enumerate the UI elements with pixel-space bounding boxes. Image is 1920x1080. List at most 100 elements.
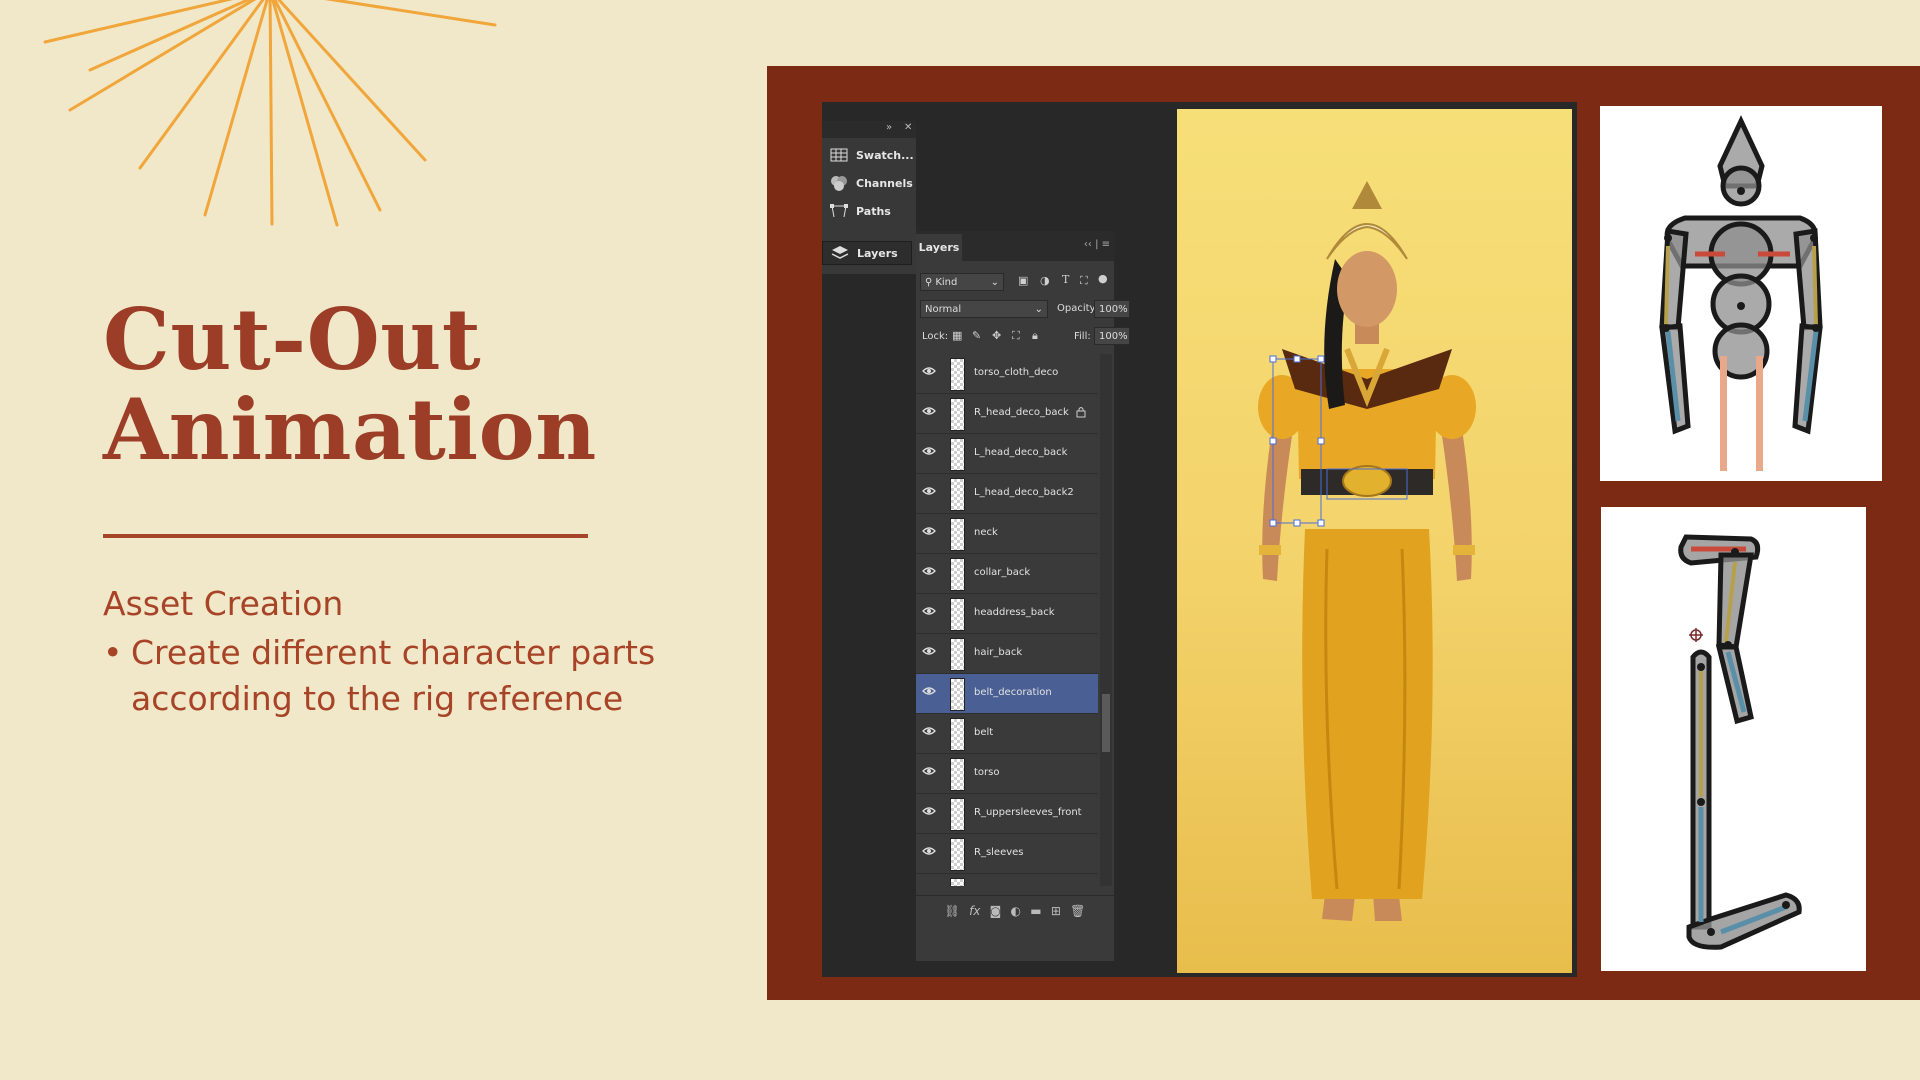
bullet-text: Create different character parts accordi… [131, 633, 656, 718]
search-icon: ⚲ [925, 276, 933, 288]
filter-toggle-icon[interactable]: ● [1098, 272, 1108, 285]
lock-artboard-icon[interactable]: ⛶ [1012, 329, 1020, 343]
layer-name: torso_cloth_deco [974, 367, 1059, 378]
visibility-eye-icon[interactable] [922, 526, 936, 536]
layer-name: belt [974, 727, 994, 738]
filter-pixel-icon[interactable]: ▣ [1018, 274, 1028, 287]
slide-title: Cut-Out Animation [103, 295, 597, 475]
opacity-field[interactable]: 100% [1094, 300, 1130, 318]
dock-item-swatches[interactable]: Swatch... [830, 143, 914, 167]
layer-name: R_head_deco_back [974, 407, 1069, 418]
lock-paint-icon[interactable]: ✎ [972, 329, 981, 342]
fill-value: 100% [1099, 330, 1128, 342]
mask-icon[interactable]: ◙ [990, 904, 1002, 918]
layer-thumbnail [950, 758, 965, 791]
layer-row[interactable]: torso [916, 754, 1098, 794]
layer-row[interactable]: R_uppersleeves_front [916, 794, 1098, 834]
layer-name: R_uppersleeves_front [974, 807, 1082, 818]
swatches-icon [830, 148, 848, 162]
visibility-eye-icon[interactable] [922, 726, 936, 736]
layer-name: R_sleeves [974, 847, 1024, 858]
layers-list: torso_cloth_deco R_head_deco_back L_head_d… [916, 354, 1098, 886]
document-canvas[interactable] [1177, 109, 1572, 973]
layer-row[interactable]: R_sleeves [916, 834, 1098, 874]
trash-icon[interactable]: 🗑︎ [1070, 904, 1085, 918]
visibility-eye-icon[interactable] [922, 806, 936, 816]
layer-row[interactable]: L_head_deco_back [916, 434, 1098, 474]
visibility-eye-icon[interactable] [922, 646, 936, 656]
visibility-eye-icon[interactable] [922, 686, 936, 696]
section-subtitle: Asset Creation [103, 584, 344, 623]
layer-thumbnail [950, 838, 965, 871]
filter-type-icon[interactable]: T [1062, 273, 1069, 286]
layer-thumbnail [950, 798, 965, 831]
rig-reference-body [1600, 106, 1882, 481]
layer-thumbnail [950, 398, 965, 431]
tab-layers[interactable]: Layers [916, 234, 962, 261]
filter-kind-select[interactable]: ⚲ Kind ⌄ [920, 273, 1004, 291]
layer-name: L_head_deco_back [974, 447, 1068, 458]
layer-name: hair_back [974, 647, 1023, 658]
layers-panel-header: Layers ‹‹ | ≡ [916, 231, 1114, 261]
fill-field[interactable]: 100% [1094, 327, 1130, 345]
visibility-eye-icon[interactable] [922, 846, 936, 856]
layer-row[interactable]: neck [916, 514, 1098, 554]
visibility-eye-icon[interactable] [922, 446, 936, 456]
rig-body-diagram [1659, 115, 1823, 471]
layers-icon [831, 246, 849, 259]
lock-transparent-icon[interactable]: ▦ [952, 329, 962, 342]
chevron-down-icon: ⌄ [1034, 303, 1043, 315]
title-line-1: Cut-Out [103, 290, 482, 389]
layer-row[interactable]: L_head_deco_back2 [916, 474, 1098, 514]
scrollbar-thumb[interactable] [1102, 694, 1110, 752]
layer-name: neck [974, 527, 998, 538]
filter-shape-icon[interactable]: ⛶ [1080, 274, 1088, 288]
layers-scrollbar[interactable] [1100, 354, 1112, 886]
layer-thumbnail [950, 358, 965, 391]
layer-row[interactable]: torso_cloth_deco [916, 354, 1098, 394]
layer-row[interactable]: R_head_deco_back [916, 394, 1098, 434]
link-icon[interactable]: ⛓ [945, 904, 960, 918]
layer-row[interactable]: belt_decoration [916, 674, 1098, 714]
dock-item-layers[interactable]: Layers [822, 241, 912, 265]
layers-panel: Layers ‹‹ | ≡ ⚲ Kind ⌄ ▣ ◑ T ⛶ ● Normal ⌄ O… [916, 231, 1130, 961]
title-divider [103, 534, 588, 538]
layer-row[interactable]: headdress_back [916, 594, 1098, 634]
visibility-eye-icon[interactable] [922, 566, 936, 576]
lock-move-icon[interactable]: ✥ [992, 329, 1001, 342]
layer-row[interactable]: belt [916, 714, 1098, 754]
layer-name: collar_back [974, 567, 1031, 578]
visibility-eye-icon[interactable] [922, 406, 936, 416]
collapse-arrows-icon[interactable]: » [886, 122, 892, 133]
lock-icon[interactable] [1076, 406, 1086, 418]
visibility-eye-icon[interactable] [922, 366, 936, 376]
opacity-value: 100% [1099, 303, 1128, 315]
close-icon[interactable]: ✕ [904, 122, 912, 133]
layer-thumbnail [950, 478, 965, 511]
character-illustration [1258, 181, 1476, 921]
visibility-eye-icon[interactable] [922, 766, 936, 776]
fx-icon[interactable]: fx [969, 904, 980, 918]
lock-all-icon[interactable]: 🔒︎ [1032, 329, 1038, 343]
layer-thumbnail [950, 438, 965, 471]
new-layer-icon[interactable]: ⊞ [1051, 904, 1061, 918]
bullet-item: • Create different character parts accor… [103, 630, 703, 722]
layer-row[interactable] [916, 874, 1098, 886]
dock-item-paths[interactable]: Paths [830, 199, 891, 223]
adjustment-icon[interactable]: ◐ [1011, 904, 1021, 918]
visibility-eye-icon[interactable] [922, 606, 936, 616]
layer-row[interactable]: collar_back [916, 554, 1098, 594]
blend-mode-select[interactable]: Normal ⌄ [920, 300, 1048, 318]
layer-thumbnail [950, 718, 965, 751]
filter-adjustment-icon[interactable]: ◑ [1040, 274, 1050, 287]
blend-mode-label: Normal [925, 303, 962, 315]
visibility-eye-icon[interactable] [922, 486, 936, 496]
panel-menu-icon[interactable]: ‹‹ | ≡ [1084, 239, 1110, 250]
layer-name: L_head_deco_back2 [974, 487, 1074, 498]
dock-item-channels[interactable]: Channels [830, 171, 913, 195]
dock-label-channels: Channels [856, 176, 913, 190]
panel-dock: » ✕ Swatch... Channels Paths Layers [822, 121, 916, 274]
layer-thumbnail [950, 678, 965, 711]
layer-row[interactable]: hair_back [916, 634, 1098, 674]
folder-icon[interactable]: ▬ [1030, 904, 1041, 918]
